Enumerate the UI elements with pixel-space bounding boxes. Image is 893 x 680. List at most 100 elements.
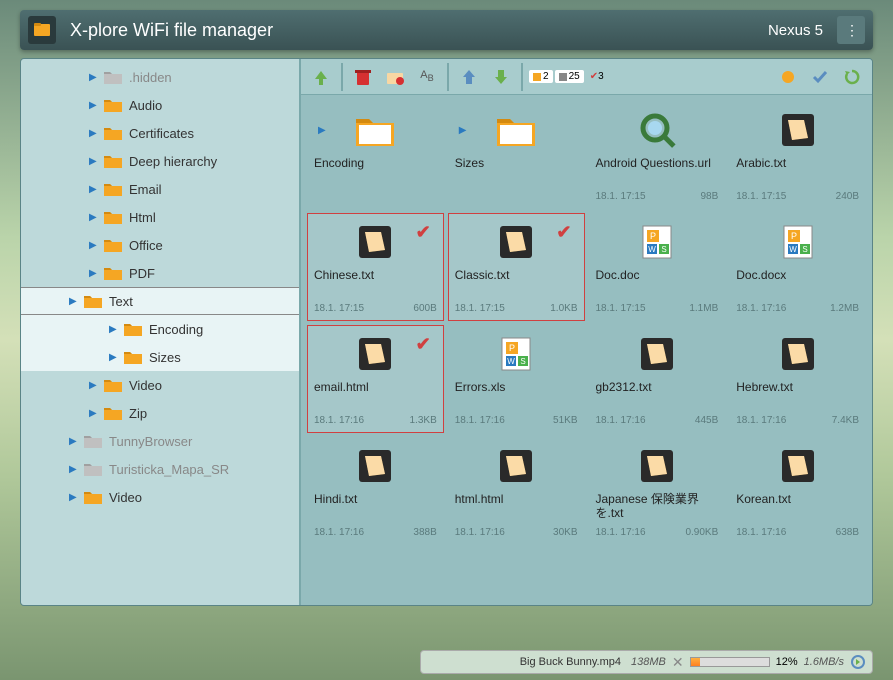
content-panel: AB 2 25 ✔3 ▶Encoding▶SizesAndroid Questi… <box>301 59 872 605</box>
file-name: Hebrew.txt <box>736 380 859 415</box>
file-date: 18.1. 17:16 <box>455 415 505 426</box>
tree-item-label: Turisticka_Mapa_SR <box>109 462 299 477</box>
select-all-button[interactable] <box>806 63 834 91</box>
tree-item[interactable]: ▶Html <box>21 203 299 231</box>
expand-arrow-icon[interactable]: ▶ <box>89 268 99 279</box>
clipboard-status: 2 25 <box>529 70 584 83</box>
file-grid[interactable]: ▶Encoding▶SizesAndroid Questions.url18.1… <box>301 95 872 605</box>
tree-item[interactable]: ▶Office <box>21 231 299 259</box>
file-date: 18.1. 17:16 <box>314 415 364 426</box>
tree-item[interactable]: ▶Deep hierarchy <box>21 147 299 175</box>
file-date: 18.1. 17:16 <box>314 527 364 538</box>
expand-arrow-icon[interactable]: ▶ <box>318 125 326 136</box>
title-bar: X-plore WiFi file manager Nexus 5 ⋮ <box>20 10 873 50</box>
file-size: 1.1MB <box>689 303 718 314</box>
refresh-button[interactable] <box>838 63 866 91</box>
file-date: 18.1. 17:16 <box>736 527 786 538</box>
expand-arrow-icon[interactable]: ▶ <box>109 324 119 335</box>
file-item[interactable]: Hindi.txt18.1. 17:16388B <box>307 437 444 545</box>
expand-arrow-icon[interactable]: ▶ <box>109 352 119 363</box>
tree-item[interactable]: ▶ Encoding <box>21 315 299 343</box>
tree-item[interactable]: ▶Video <box>21 371 299 399</box>
file-item[interactable]: ✔Classic.txt18.1. 17:151.0KB <box>448 213 585 321</box>
file-item[interactable]: ▶Encoding <box>307 101 444 209</box>
tree-item[interactable]: ▶Sizes <box>21 343 299 371</box>
up-button[interactable] <box>307 63 335 91</box>
menu-button[interactable]: ⋮ <box>837 16 865 44</box>
checkmark-icon: ✔ <box>556 222 571 243</box>
expand-arrow-icon[interactable]: ▶ <box>69 492 79 503</box>
file-size: 7.4KB <box>832 415 859 426</box>
expand-arrow-icon[interactable]: ▶ <box>69 296 79 307</box>
tree-item[interactable]: ▶ Certificates <box>21 119 299 147</box>
expand-arrow-icon[interactable]: ▶ <box>89 72 99 83</box>
download-button[interactable] <box>487 63 515 91</box>
tree-item-label: Video <box>109 490 299 505</box>
expand-arrow-icon[interactable]: ▶ <box>89 212 99 223</box>
file-size: 638B <box>836 527 859 538</box>
tree-item[interactable]: ▶.hidden <box>21 63 299 91</box>
expand-arrow-icon[interactable]: ▶ <box>89 184 99 195</box>
file-item[interactable]: html.html18.1. 17:1630KB <box>448 437 585 545</box>
folder-tree[interactable]: ▶.hidden▶Audio▶Certificates▶Deep hierarc… <box>21 59 301 605</box>
tree-item[interactable]: ▶TunnyBrowser <box>21 427 299 455</box>
file-item[interactable]: Arabic.txt18.1. 17:15240B <box>729 101 866 209</box>
file-item[interactable]: Hebrew.txt18.1. 17:16 7.4KB <box>729 325 866 433</box>
expand-arrow-icon[interactable]: ▶ <box>69 436 79 447</box>
tree-item-label: Encoding <box>149 322 299 337</box>
file-size: 0.90KB <box>685 527 718 538</box>
file-size: 600B <box>413 303 436 314</box>
transfer-percent: 12% <box>776 656 798 668</box>
file-name: Android Questions.url <box>596 156 719 191</box>
file-item[interactable]: gb2312.txt18.1. 17:16445B <box>589 325 726 433</box>
transfer-speed: 1.6MB/s <box>804 656 844 668</box>
new-folder-button[interactable] <box>381 63 409 91</box>
file-item[interactable]: Korean.txt18.1. 17:16638B <box>729 437 866 545</box>
expand-arrow-icon[interactable]: ▶ <box>89 380 99 391</box>
tree-item[interactable]: ▶Email <box>21 175 299 203</box>
expand-arrow-icon[interactable]: ▶ <box>89 408 99 419</box>
tree-item-label: Zip <box>129 406 299 421</box>
expand-arrow-icon[interactable]: ▶ <box>89 240 99 251</box>
tree-item[interactable]: ▶Audio <box>21 91 299 119</box>
tree-item[interactable]: ▶Text <box>21 287 299 315</box>
app-title: X-plore WiFi file manager <box>70 20 768 41</box>
file-size: 51KB <box>553 415 577 426</box>
file-item[interactable]: PWSErrors.xls18.1. 17:1651KB <box>448 325 585 433</box>
app-icon <box>28 16 56 44</box>
expand-arrow-icon[interactable]: ▶ <box>89 128 99 139</box>
file-item[interactable]: PWSDoc.doc18.1. 17:151.1MB <box>589 213 726 321</box>
delete-button[interactable] <box>349 63 377 91</box>
tree-item-label: Certificates <box>129 126 299 141</box>
svg-text:P: P <box>509 343 515 353</box>
file-date: 18.1. 17:15 <box>455 303 505 314</box>
expand-arrow-icon[interactable]: ▶ <box>69 464 79 475</box>
expand-arrow-icon[interactable]: ▶ <box>89 156 99 167</box>
file-date: 18.1. 17:16 <box>736 415 786 426</box>
file-item[interactable]: Android Questions.url18.1. 17:1598B <box>589 101 726 209</box>
file-item[interactable]: ✔email.html18.1. 17:161.3KB <box>307 325 444 433</box>
file-size: 1.3KB <box>410 415 437 426</box>
tree-item[interactable]: ▶PDF <box>21 259 299 287</box>
expand-arrow-icon[interactable]: ▶ <box>89 100 99 111</box>
file-date: 18.1. 17:16 <box>736 303 786 314</box>
rename-button[interactable]: AB <box>413 63 441 91</box>
tree-item[interactable]: ▶ Zip <box>21 399 299 427</box>
file-item[interactable]: PWSDoc.docx18.1. 17:161.2MB <box>729 213 866 321</box>
file-name: html.html <box>455 492 578 527</box>
file-date: 18.1. 17:15 <box>314 303 364 314</box>
upload-button[interactable] <box>455 63 483 91</box>
file-size: 1.2MB <box>830 303 859 314</box>
file-item[interactable]: ▶Sizes <box>448 101 585 209</box>
svg-text:W: W <box>507 357 515 366</box>
file-date: 18.1. 17:15 <box>736 191 786 202</box>
expand-arrow-icon[interactable]: ▶ <box>459 125 467 136</box>
file-item[interactable]: Japanese 保険業界を.txt18.1. 17:160.90KB <box>589 437 726 545</box>
svg-text:P: P <box>650 231 656 241</box>
file-item[interactable]: ✔Chinese.txt18.1. 17:15600B <box>307 213 444 321</box>
sun-button[interactable] <box>774 63 802 91</box>
transfer-cancel-button[interactable]: ✕ <box>672 654 684 671</box>
tree-item[interactable]: ▶ Video <box>21 483 299 511</box>
tree-item[interactable]: ▶ Turisticka_Mapa_SR <box>21 455 299 483</box>
file-name: Errors.xls <box>455 380 578 415</box>
